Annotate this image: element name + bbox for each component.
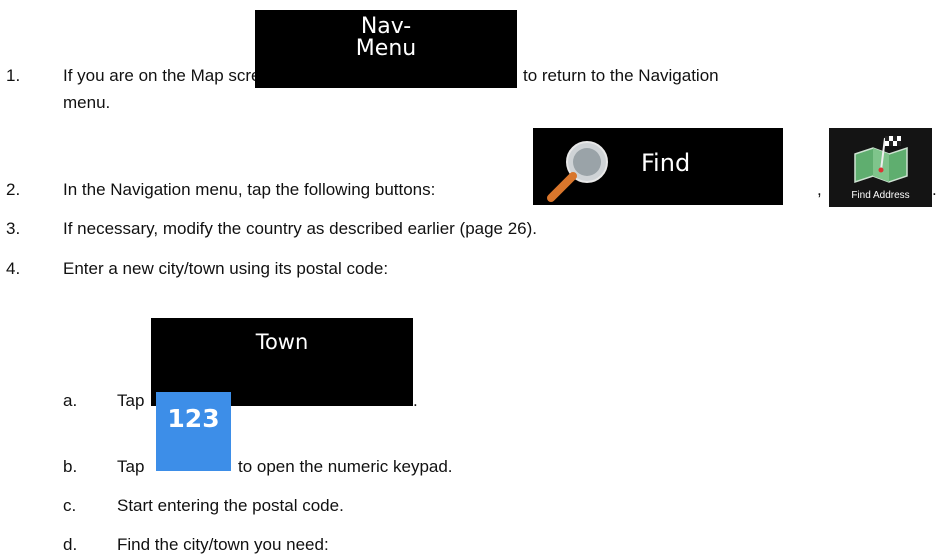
step-3-number: 3. (6, 219, 21, 238)
find-button-label: Find (641, 149, 691, 177)
magnifier-icon (547, 141, 608, 202)
nav-menu-label-line1: Nav- (360, 14, 412, 39)
substep-c-letter: c. (63, 496, 77, 515)
step-1-number: 1. (6, 66, 21, 85)
substep-d-text: Find the city/town you need: (117, 535, 329, 554)
step-2-separator: , (817, 180, 822, 199)
substep-c-text: Start entering the postal code. (117, 496, 344, 515)
find-address-button[interactable]: Find Address (829, 128, 932, 207)
substep-a-text: Tap (117, 391, 145, 410)
substep-b-text: Tap (117, 457, 145, 476)
map-with-flag-icon (854, 136, 908, 184)
substep-a-end: . (413, 391, 418, 410)
substep-d-letter: d. (63, 535, 78, 554)
step-4-text: Enter a new city/town using its postal c… (63, 259, 389, 278)
step-1-text-cont: menu. (63, 93, 111, 112)
numeric-keypad-button[interactable]: 123 (156, 392, 231, 471)
step-3-text: If necessary, modify the country as desc… (63, 219, 538, 238)
step-2-end: . (932, 180, 936, 200)
step-4-number: 4. (6, 259, 21, 278)
substep-a-letter: a. (63, 391, 78, 410)
step-1-text-after: to return to the Navigation (523, 66, 719, 85)
nav-menu-label-line2: Menu (355, 36, 417, 61)
substep-b-letter: b. (63, 457, 78, 476)
nav-menu-button[interactable]: Nav- Menu (255, 10, 517, 88)
substep-b-text-after: to open the numeric keypad. (238, 457, 453, 476)
step-2-text: In the Navigation menu, tap the followin… (63, 180, 436, 199)
find-button[interactable]: Find (533, 128, 783, 205)
town-button-label: Town (255, 330, 309, 354)
find-address-label: Find Address (851, 190, 910, 201)
step-2-number: 2. (6, 180, 21, 199)
